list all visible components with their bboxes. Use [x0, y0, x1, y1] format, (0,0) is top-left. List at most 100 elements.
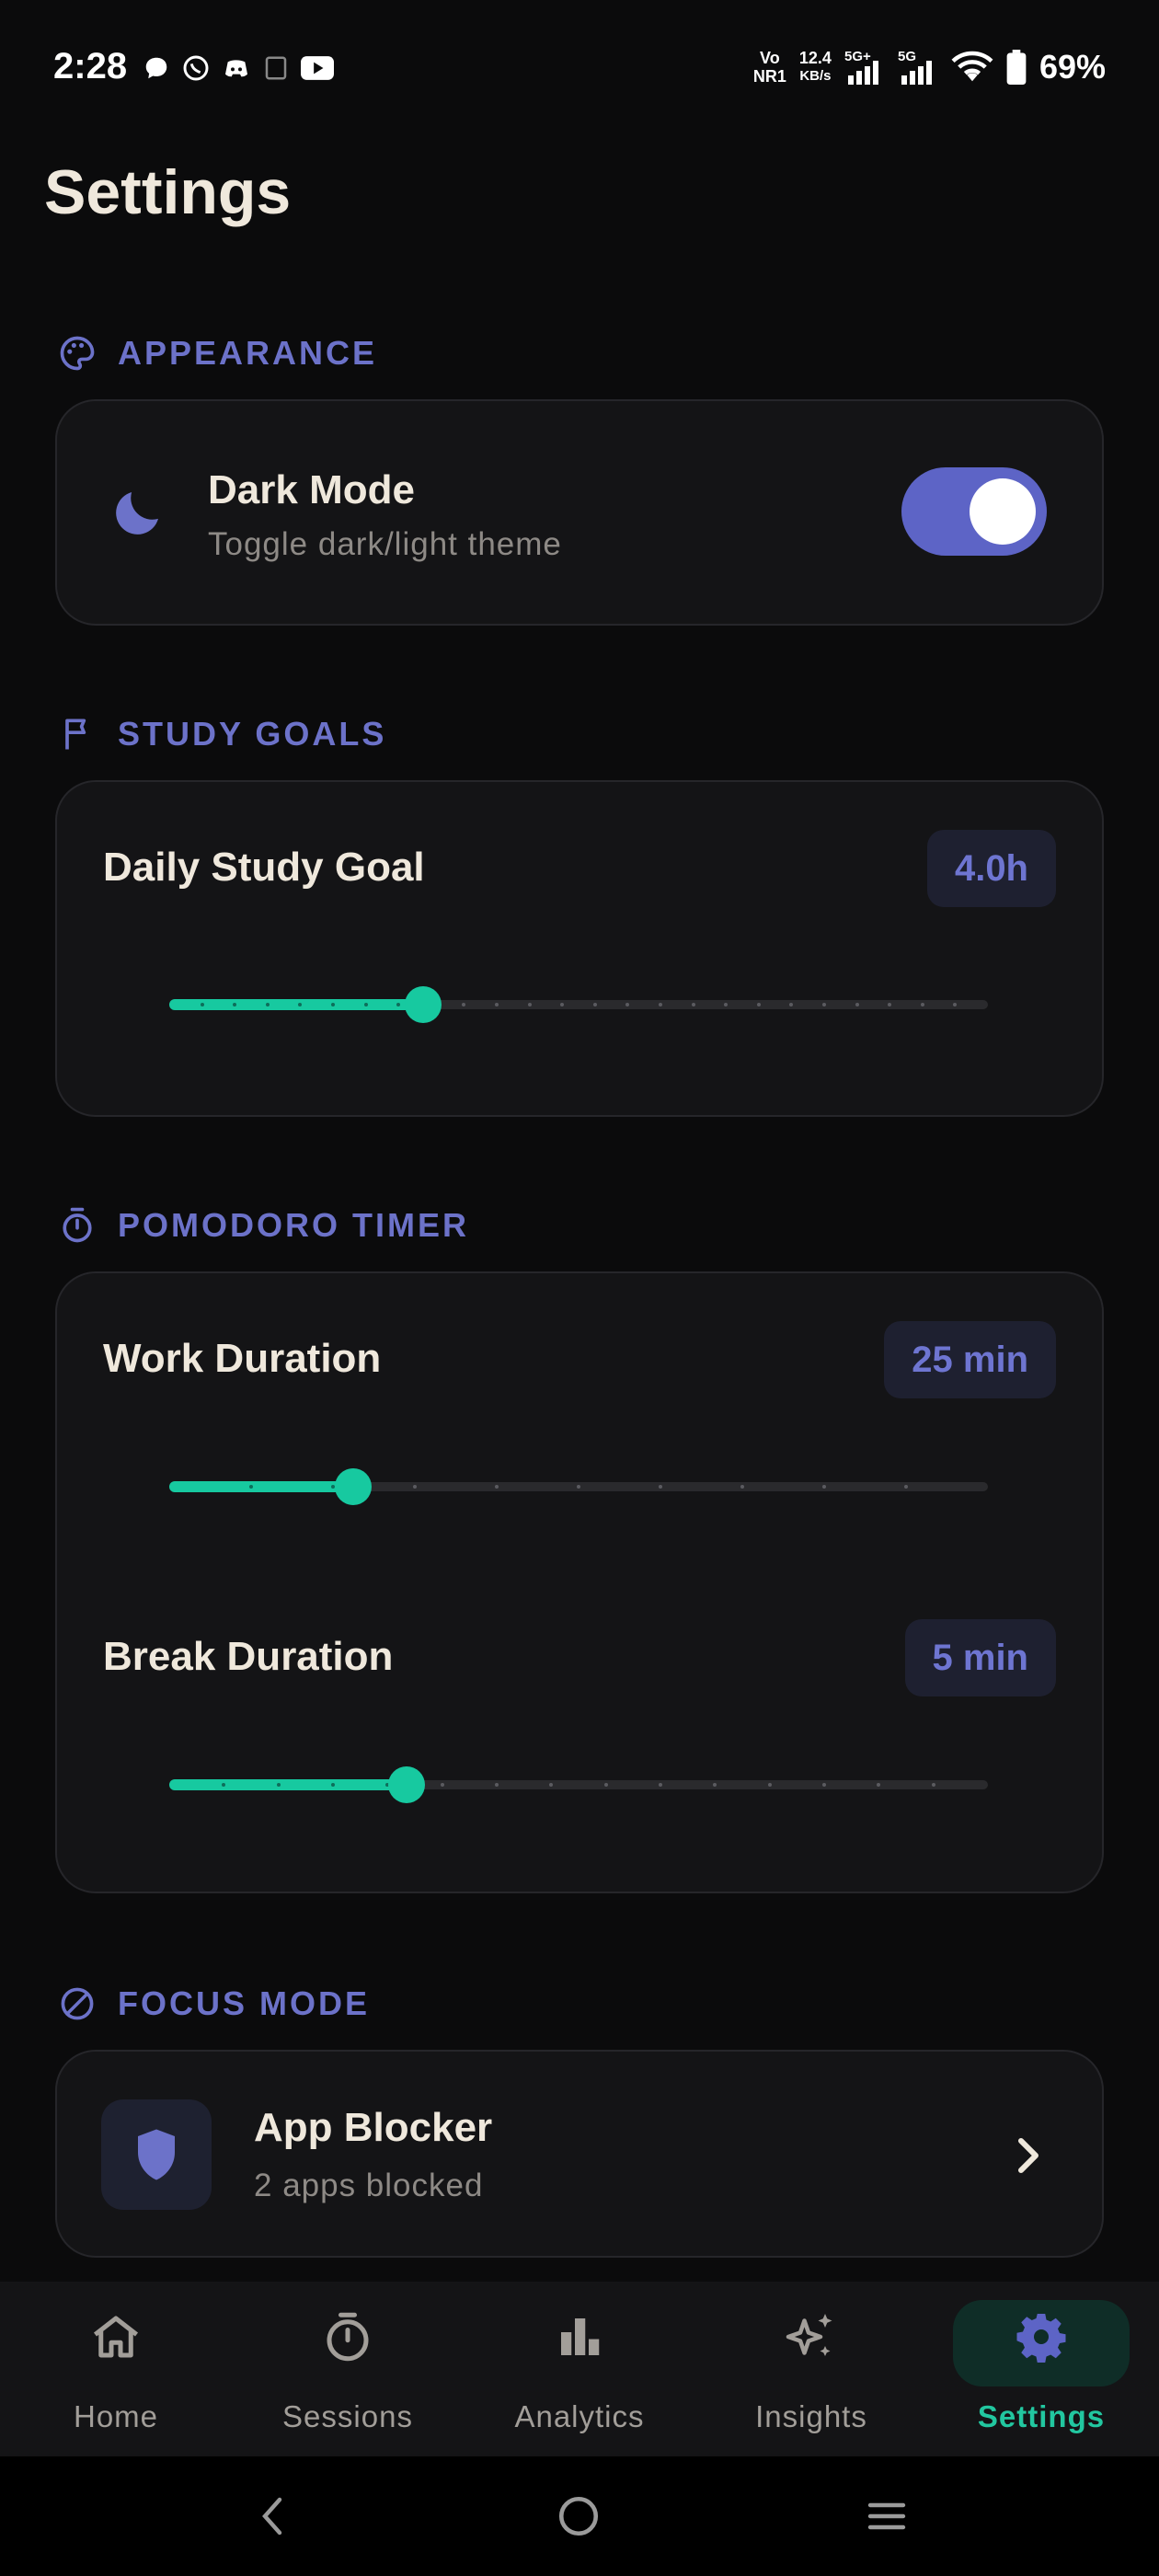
network-speed: 12.4 KB/s	[798, 49, 832, 84]
app-blocker-subtitle: 2 apps blocked	[254, 2168, 484, 2203]
svg-text:5G+: 5G+	[844, 49, 871, 64]
nav-label: Home	[73, 2399, 159, 2433]
dark-mode-title: Dark Mode	[208, 467, 415, 512]
slider-tick	[855, 1003, 859, 1006]
svg-text:5G: 5G	[898, 49, 916, 64]
slider-tick	[767, 1783, 772, 1787]
shield-icon	[138, 2129, 175, 2180]
section-header-focus-mode: FOCUS MODE	[57, 1984, 370, 2024]
break-duration-slider[interactable]	[169, 1766, 988, 1803]
bar-chart-icon	[561, 2318, 600, 2355]
palette-icon	[60, 336, 95, 371]
app-blocker-icon-box	[101, 2099, 212, 2210]
slider-tick	[659, 1485, 662, 1489]
volte-indicator: Vo NR1	[752, 49, 786, 86]
moon-icon	[116, 492, 158, 535]
slider-tick	[276, 1783, 281, 1787]
work-duration-slider[interactable]	[169, 1468, 988, 1505]
slider-tick	[495, 1003, 499, 1006]
whatsapp-icon	[183, 55, 209, 81]
slider-tick	[603, 1783, 608, 1787]
nav-home[interactable]: Home	[24, 2282, 208, 2456]
section-label: FOCUS MODE	[118, 1984, 371, 2022]
app-blocker-title: App Blocker	[254, 2105, 493, 2150]
work-duration-value: 25 min	[884, 1321, 1056, 1398]
gear-icon	[1016, 2314, 1066, 2363]
toggle-knob	[970, 478, 1036, 545]
slider-thumb[interactable]	[388, 1766, 426, 1803]
daily-goal-title: Daily Study Goal	[103, 845, 425, 890]
slider-tick	[577, 1485, 580, 1489]
nav-label: Sessions	[282, 2399, 413, 2433]
app-blocker-card[interactable]: App Blocker 2 apps blocked	[55, 2050, 1104, 2258]
bottom-nav: Home Sessions Analytics Insights Setting…	[0, 2282, 1159, 2456]
back-icon[interactable]	[256, 2493, 289, 2539]
slider-tick	[200, 1003, 204, 1006]
signal-5g-icon: 5G	[898, 49, 932, 85]
slider-tick	[495, 1485, 499, 1489]
slider-tick	[440, 1783, 444, 1787]
section-header-study-goals: STUDY GOALS	[57, 714, 386, 754]
nav-settings[interactable]: Settings	[953, 2282, 1137, 2456]
nav-analytics[interactable]: Analytics	[488, 2282, 671, 2456]
slider-tick	[331, 1783, 335, 1787]
slider-tick	[659, 1783, 662, 1787]
home-button-icon[interactable]	[556, 2493, 602, 2539]
study-goal-card: Daily Study Goal 4.0h	[55, 780, 1104, 1117]
slider-tick	[592, 1003, 597, 1006]
nav-insights[interactable]: Insights	[719, 2282, 903, 2456]
discord-icon	[225, 60, 247, 77]
sparkles-icon	[786, 2314, 832, 2356]
nav-label: Settings	[977, 2399, 1106, 2433]
daily-goal-value: 4.0h	[926, 830, 1056, 907]
slider-tick	[822, 1783, 826, 1787]
block-icon	[61, 1987, 94, 2020]
chat-bubble-icon	[145, 57, 167, 79]
flag-icon	[65, 719, 86, 750]
youtube-icon	[301, 56, 334, 80]
wifi-icon	[951, 51, 993, 82]
battery-percent: 69%	[1039, 48, 1106, 86]
timer-icon	[63, 1207, 92, 1243]
slider-tick	[265, 1003, 270, 1006]
status-time: 2:28	[53, 46, 128, 86]
menu-icon[interactable]	[865, 2493, 909, 2539]
section-label: APPEARANCE	[118, 334, 378, 372]
dark-mode-card: Dark Mode Toggle dark/light theme	[55, 399, 1104, 626]
slider-tick	[527, 1003, 532, 1006]
signal-5gplus-icon: 5G+	[844, 49, 878, 85]
section-label: POMODORO TIMER	[118, 1206, 469, 1244]
nav-label: Analytics	[514, 2399, 645, 2433]
slider-tick	[413, 1485, 417, 1489]
chevron-right-icon	[1018, 2138, 1039, 2173]
slider-tick	[363, 1003, 368, 1006]
slider-thumb[interactable]	[335, 1468, 373, 1505]
daily-goal-slider[interactable]	[169, 986, 988, 1023]
status-bar: 2:28 Vo NR1 12.4 KB/s 5G+ 5G 69%	[0, 0, 1159, 138]
slider-fill	[169, 1779, 407, 1790]
slider-tick	[920, 1003, 924, 1006]
work-duration-title: Work Duration	[103, 1336, 382, 1381]
system-nav-bar	[0, 2456, 1159, 2576]
home-icon	[93, 2316, 139, 2358]
section-label: STUDY GOALS	[118, 715, 387, 753]
battery-icon	[1006, 50, 1027, 85]
slider-tick	[691, 1003, 695, 1006]
status-right: Vo NR1 12.4 KB/s 5G+ 5G 69%	[753, 48, 1106, 86]
slider-tick	[249, 1485, 253, 1489]
slider-tick	[931, 1783, 935, 1787]
slider-thumb[interactable]	[404, 986, 442, 1023]
section-header-appearance: APPEARANCE	[57, 333, 377, 374]
nav-sessions[interactable]: Sessions	[256, 2282, 440, 2456]
pomodoro-card: Work Duration 25 min Break Duration 5 mi…	[55, 1271, 1104, 1893]
square-icon	[265, 56, 287, 80]
slider-fill	[169, 999, 423, 1010]
dark-mode-toggle[interactable]	[901, 467, 1047, 556]
slider-tick	[822, 1003, 826, 1006]
notification-icons	[143, 53, 334, 83]
stopwatch-icon	[327, 2312, 369, 2362]
slider-tick	[495, 1783, 499, 1787]
slider-tick	[822, 1485, 826, 1489]
break-duration-value: 5 min	[904, 1619, 1056, 1696]
slider-tick	[904, 1485, 908, 1489]
